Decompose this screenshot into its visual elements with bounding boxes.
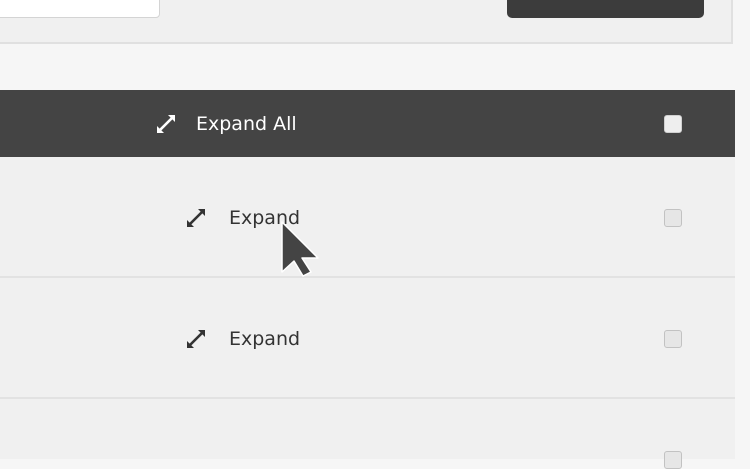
row-checkbox[interactable]	[664, 209, 682, 227]
expand-all-button[interactable]: Expand All	[155, 90, 297, 157]
expand-label: Expand	[229, 207, 301, 229]
expand-icon	[187, 330, 205, 348]
table-row	[0, 399, 735, 469]
filter-panel	[0, 0, 733, 44]
filter-input[interactable]	[0, 0, 160, 18]
expand-icon	[187, 209, 205, 227]
data-table: Expand All Expand Expand	[0, 90, 735, 469]
expand-row-button[interactable]: Expand	[185, 157, 300, 279]
row-checkbox[interactable]	[664, 451, 682, 469]
expand-label: Expand	[229, 328, 301, 350]
table-header: Expand All	[0, 90, 735, 157]
expand-all-label: Expand All	[196, 112, 297, 135]
row-checkbox[interactable]	[664, 330, 682, 348]
table-row: Expand	[0, 278, 735, 399]
action-button[interactable]	[507, 0, 704, 18]
select-all-checkbox[interactable]	[664, 115, 682, 133]
table-row: Expand	[0, 157, 735, 278]
expand-row-button[interactable]: Expand	[185, 278, 300, 400]
expand-icon	[157, 114, 175, 133]
